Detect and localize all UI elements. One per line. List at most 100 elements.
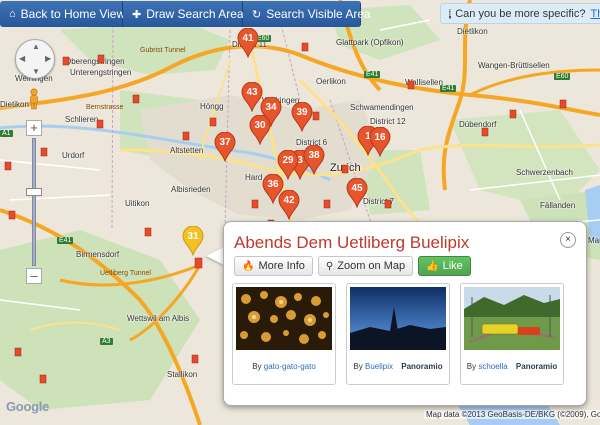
info-icon: i <box>449 8 452 19</box>
map-marker-icon: ⚲ <box>325 260 334 272</box>
pan-right-icon[interactable]: ▶ <box>45 54 51 63</box>
road-bernstrasse: Bernstrasse <box>86 104 124 111</box>
map-marker[interactable]: 37 <box>214 132 236 162</box>
label-schwerzenbach: Schwerzenbach <box>516 168 573 177</box>
zoom-out-button[interactable]: – <box>26 268 42 284</box>
label-schwamendingen: Schwamendingen <box>350 103 414 112</box>
shield-e60-east: E60 <box>554 73 571 80</box>
label-dietikon: Dietikon <box>0 100 29 109</box>
infowindow-title: Abends Dem Uetliberg Buelipix <box>234 233 470 252</box>
author-link[interactable]: Buelipix <box>365 362 393 371</box>
map-marker[interactable]: 41 <box>237 28 259 58</box>
label-birmensdorf: Birmensdorf <box>76 250 120 259</box>
shield-e41-north: E41 <box>440 85 457 92</box>
map-marker[interactable]: 30 <box>249 115 271 145</box>
map-copyright: Map data ©2013 GeoBasis-DE/BKG (©2009), … <box>424 410 600 419</box>
label-uitikon: Uitikon <box>125 199 150 208</box>
author-link[interactable]: gato-gato-gato <box>264 362 316 371</box>
toolbar: ⌂ Back to Home View ✚ Draw Search Area ↻… <box>0 1 371 27</box>
photo-card[interactable]: By gato-gato-gato <box>232 283 336 385</box>
home-icon: ⌂ <box>9 8 16 20</box>
thumbs-up-icon: 👍 <box>426 260 439 272</box>
pan-control[interactable]: ▲ ▼ ◀ ▶ <box>15 39 55 79</box>
search-visible-area-label: Search Visible Area <box>266 7 371 21</box>
label-fallanden: Fällanden <box>540 201 576 210</box>
label-wallisellen: Wallisellen <box>405 78 443 87</box>
hint-banner: i Can you be more specific? There's <box>440 3 600 24</box>
photo-credit: By schoella Panoramio <box>466 362 558 371</box>
more-info-label: More Info <box>258 260 305 272</box>
label-zurich: Zurich <box>330 162 361 174</box>
label-dietlikon: Dietlikon <box>457 27 488 36</box>
map-marker[interactable]: 42 <box>278 190 300 220</box>
pan-up-icon[interactable]: ▲ <box>32 42 40 51</box>
back-to-home-label: Back to Home View <box>20 7 126 21</box>
photo-card[interactable]: By Buelipix Panoramio <box>346 283 450 385</box>
label-hard: Hard <box>245 173 263 182</box>
photo-credit: By gato-gato-gato <box>252 362 316 371</box>
photo-card[interactable]: By schoella Panoramio <box>460 283 564 385</box>
infowindow-actions: 🔥 More Info ⚲ Zoom on Map 👍 Like <box>234 256 471 276</box>
refresh-icon: ↻ <box>252 8 262 21</box>
label-dubendorf: Dübendorf <box>459 120 497 129</box>
zoom-thumb[interactable] <box>26 188 42 196</box>
draw-search-area-label: Draw Search Area <box>146 7 244 21</box>
label-wangen: Wangen-Brüttisellen <box>478 61 550 70</box>
plus-icon: ✚ <box>132 8 142 21</box>
road-uetliberg-tunnel: Uetliberg Tunnel <box>100 270 151 277</box>
zoom-rail <box>32 138 36 266</box>
shield-e41-west: E41 <box>57 237 74 244</box>
zoom-on-map-button[interactable]: ⚲ Zoom on Map <box>317 256 414 276</box>
zoom-on-map-label: Zoom on Map <box>337 260 406 272</box>
hint-text: Can you be more specific? <box>455 7 586 20</box>
shield-a1: A1 <box>0 130 13 137</box>
label-maur: Maur <box>588 236 600 245</box>
more-info-button[interactable]: 🔥 More Info <box>234 256 313 276</box>
label-glattpark: Glattpark (Opfikon) <box>336 38 404 47</box>
pan-down-icon[interactable]: ▼ <box>32 67 40 76</box>
photo-thumbnail-train[interactable] <box>464 287 560 350</box>
label-stallikon: Stallikon <box>167 370 198 379</box>
photo-cards: By gato-gato-gato By Buelipix Panoramio <box>232 283 564 385</box>
photo-infowindow: Abends Dem Uetliberg Buelipix × 🔥 More I… <box>223 221 587 406</box>
map-marker-selected[interactable]: 31 <box>182 226 204 256</box>
like-button[interactable]: 👍 Like <box>418 256 471 276</box>
infowindow-pointer <box>206 247 224 265</box>
shield-e41: E41 <box>364 71 381 78</box>
map-marker[interactable]: 39 <box>291 102 313 132</box>
map-marker[interactable]: 16 <box>369 127 391 157</box>
like-label: Like <box>442 260 463 272</box>
label-albisrieden: Albisrieden <box>171 185 211 194</box>
back-to-home-button[interactable]: ⌂ Back to Home View <box>0 1 126 27</box>
label-schlieren: Schlieren <box>65 115 99 124</box>
search-visible-area-button[interactable]: ↻ Search Visible Area <box>243 1 371 27</box>
label-hongg: Höngg <box>200 102 224 111</box>
zoom-in-button[interactable]: + <box>26 120 42 136</box>
label-oerlikon: Oerlikon <box>316 77 346 86</box>
label-urdorf: Urdorf <box>62 151 85 160</box>
label-unterengstringen: Unterengstringen <box>70 68 132 77</box>
map-marker[interactable]: 38 <box>303 145 325 175</box>
zoom-control: + – <box>26 120 42 284</box>
photo-thumbnail-bokeh[interactable] <box>236 287 332 350</box>
label-wettswil: Wettswil am Albis <box>127 314 190 323</box>
draw-search-area-button[interactable]: ✚ Draw Search Area <box>123 1 244 27</box>
hint-link[interactable]: There's <box>590 8 600 20</box>
label-oberengstringen: Oberengstringen <box>65 57 125 66</box>
label-district-12: District 12 <box>370 117 406 126</box>
author-link[interactable]: schoella <box>478 362 507 371</box>
close-icon[interactable]: × <box>560 232 576 248</box>
panoramio-logo: Panoramio <box>515 362 558 371</box>
label-altstetten: Altstetten <box>170 146 204 155</box>
photo-credit: By Buelipix Panoramio <box>353 362 443 371</box>
fire-icon: 🔥 <box>242 260 255 272</box>
zoom-slider[interactable] <box>26 136 42 268</box>
map-marker[interactable]: 45 <box>346 178 368 208</box>
google-logo: Google <box>6 399 49 414</box>
shield-a3: A3 <box>100 338 113 345</box>
street-view-pegman-icon[interactable] <box>27 88 41 110</box>
photo-thumbnail-sunset[interactable] <box>350 287 446 350</box>
panoramio-logo: Panoramio <box>401 362 443 371</box>
road-gubrist-tunnel: Gubrist Tunnel <box>140 47 186 54</box>
pan-left-icon[interactable]: ◀ <box>19 54 25 63</box>
